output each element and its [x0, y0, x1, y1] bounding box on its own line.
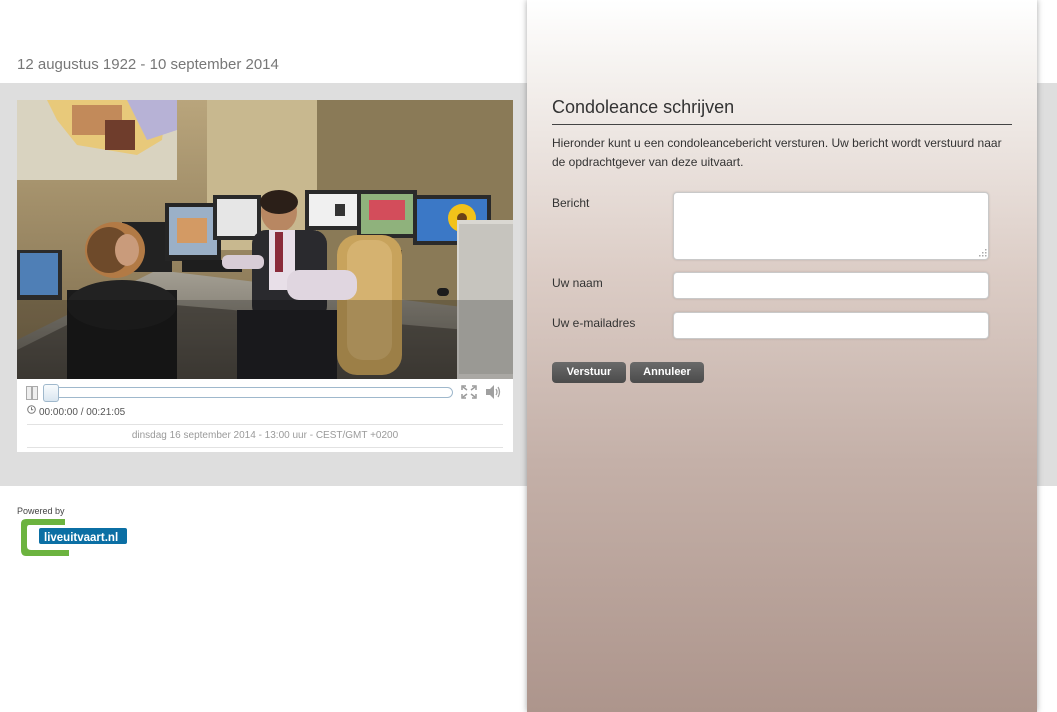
- divider: [27, 447, 503, 448]
- video-player: 00:00:00 / 00:21:05 dinsdag 16 september…: [17, 100, 513, 452]
- divider: [27, 424, 503, 425]
- email-label: Uw e-mailadres: [552, 316, 636, 330]
- name-label: Uw naam: [552, 276, 603, 290]
- message-textarea[interactable]: [673, 192, 989, 260]
- volume-icon[interactable]: [485, 384, 503, 400]
- name-input[interactable]: [673, 272, 989, 299]
- submit-button[interactable]: Verstuur: [552, 362, 626, 383]
- title-underline: [552, 124, 1012, 125]
- fullscreen-icon[interactable]: [461, 385, 477, 399]
- condolence-title: Condoleance schrijven: [552, 97, 735, 117]
- video-frame[interactable]: [17, 100, 513, 379]
- cancel-button[interactable]: Annuleer: [630, 362, 704, 383]
- clock-icon: [27, 405, 36, 414]
- resize-grip-icon[interactable]: [977, 247, 987, 257]
- condolence-description: Hieronder kunt u een condoleancebericht …: [552, 136, 1002, 169]
- email-input[interactable]: [673, 312, 989, 339]
- condolence-panel: Condoleance schrijven Hieronder kunt u e…: [527, 0, 1037, 712]
- progress-bar[interactable]: [43, 384, 453, 402]
- logo-text: liveuitvaart.nl: [44, 532, 118, 544]
- life-dates: 12 augustus 1922 - 10 september 2014: [17, 56, 279, 73]
- powered-by-label: Powered by: [17, 506, 65, 516]
- progress-thumb[interactable]: [43, 384, 59, 402]
- video-still-image: [17, 100, 513, 379]
- pause-icon[interactable]: [26, 386, 38, 400]
- message-label: Bericht: [552, 196, 590, 210]
- broadcast-schedule: dinsdag 16 september 2014 - 13:00 uur - …: [131, 430, 399, 441]
- player-controls: 00:00:00 / 00:21:05 dinsdag 16 september…: [17, 379, 513, 452]
- liveuitvaart-logo[interactable]: liveuitvaart.nl: [17, 516, 131, 558]
- time-display: 00:00:00 / 00:21:05: [39, 407, 126, 418]
